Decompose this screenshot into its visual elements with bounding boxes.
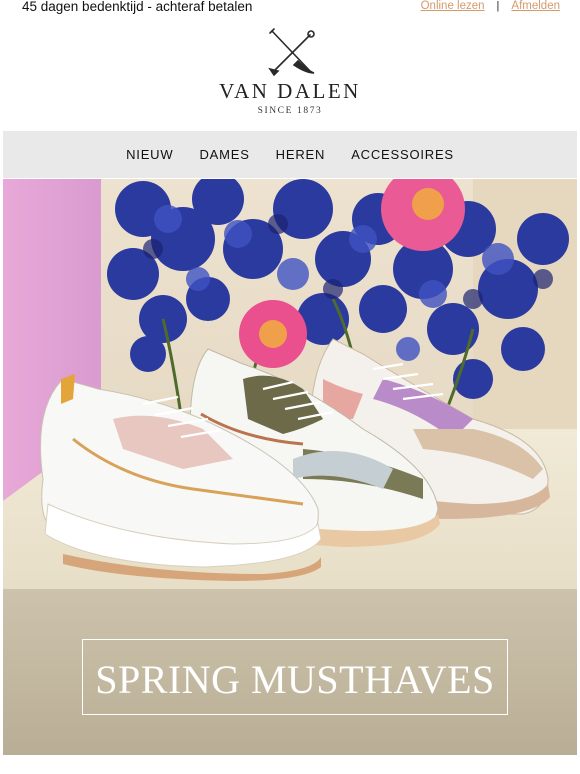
brand-logo[interactable]: VAN DALEN SINCE 1873 — [0, 24, 580, 124]
brand-since: SINCE 1873 — [257, 106, 323, 116]
nav-item-dames[interactable]: DAMES — [186, 147, 262, 162]
hero-image[interactable]: SPRING MUSTHAVES — [3, 179, 577, 755]
nav-item-nieuw[interactable]: NIEUW — [113, 147, 186, 162]
link-separator: | — [496, 0, 500, 12]
tagline: 45 dagen bedenktijd - achteraf betalen — [22, 0, 253, 14]
top-links: Online lezen | Afmelden — [421, 0, 560, 12]
online-read-link[interactable]: Online lezen — [421, 0, 485, 12]
unsubscribe-link[interactable]: Afmelden — [511, 0, 560, 12]
top-bar: 45 dagen bedenktijd - achteraf betalen O… — [0, 0, 580, 18]
hero-title: SPRING MUSTHAVES — [95, 657, 495, 702]
brand-name: VAN DALEN — [219, 79, 361, 103]
hero-banner: SPRING MUSTHAVES — [82, 639, 508, 715]
nav-item-accessoires[interactable]: ACCESSOIRES — [338, 147, 467, 162]
main-nav: NIEUW DAMES HEREN ACCESSOIRES — [3, 131, 577, 178]
nav-item-heren[interactable]: HEREN — [263, 147, 339, 162]
crossed-tools-icon — [268, 28, 315, 77]
